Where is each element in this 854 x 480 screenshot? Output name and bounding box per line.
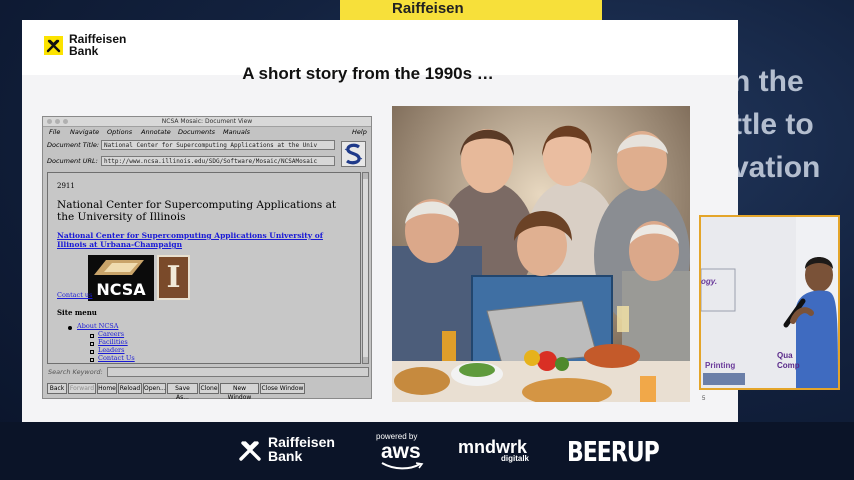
slide-title: A short story from the 1990s …	[242, 64, 494, 83]
scrollbar-thumb[interactable]	[363, 179, 368, 357]
mosaic-spinning-logo-icon[interactable]	[341, 141, 366, 167]
speaker-screen-text: Qua Comp	[777, 351, 800, 371]
doc-page-number: 2911	[57, 182, 75, 190]
raiffeisen-sponsor-logo-icon	[237, 437, 263, 468]
raiffeisen-logo-icon	[44, 36, 63, 55]
doc-url-label: Document URL:	[47, 157, 98, 165]
doc-title-field[interactable]: National Center for Supercomputing Appli…	[101, 140, 335, 150]
bullet-box-icon	[90, 342, 94, 346]
new-window-button[interactable]: New Window	[220, 383, 259, 401]
stage-backdrop-line: n the	[732, 65, 804, 98]
menu-file[interactable]: File	[49, 127, 60, 137]
bullet-box-icon	[90, 334, 94, 338]
sponsor-bar	[0, 422, 854, 480]
presentation-slide: Raiffeisen Bank A short story from the 1…	[22, 20, 738, 422]
mosaic-browser-window: NCSA Mosaic: Document View File Navigate…	[42, 116, 372, 401]
slide-page-number: 5	[702, 396, 706, 402]
illinois-logo-text: I	[166, 260, 181, 295]
doc-main-link[interactable]: National Center for Supercomputing Appli…	[57, 231, 347, 249]
reload-button[interactable]: Reload	[118, 383, 142, 394]
speaker-screen-text: Printing	[705, 361, 736, 370]
mosaic-window-title: NCSA Mosaic: Document View	[161, 118, 253, 125]
menu-annotate[interactable]: Annotate	[141, 127, 171, 137]
search-keyword-input[interactable]	[107, 367, 369, 377]
aws-smile-icon	[381, 462, 424, 470]
family-laptop-illustration	[392, 106, 690, 402]
document-view[interactable]: 2911 National Center for Supercomputing …	[47, 172, 361, 364]
speaker-camera-inset: ogy. Printing Qua Comp	[699, 215, 840, 390]
home-button[interactable]: Home	[97, 383, 117, 394]
save-as-button[interactable]: Save As...	[167, 383, 198, 401]
ncsa-logo-text: NCSA	[96, 280, 146, 299]
slide-logo-line2: Bank	[69, 44, 99, 58]
menu-manuals[interactable]: Manuals	[223, 127, 250, 137]
close-window-button[interactable]: Close Window	[260, 383, 305, 394]
ncsa-logo-image[interactable]: NCSA	[88, 255, 154, 301]
site-menu-item-about[interactable]: About NCSA	[77, 322, 118, 330]
stage-banner: Raiffeisen	[340, 0, 602, 20]
mindwork-digitalk-text: digitalk	[501, 454, 530, 463]
raiffeisen-sponsor-text: Raiffeisen Bank	[268, 435, 335, 463]
menu-navigate[interactable]: Navigate	[70, 127, 99, 137]
document-scrollbar[interactable]	[362, 172, 369, 364]
slide-logo-text: Raiffeisen Bank	[69, 33, 126, 57]
stage-backdrop-text: n the ttle to vation	[732, 60, 820, 189]
site-menu-item-contact[interactable]: Contact Us	[98, 354, 135, 362]
contact-us-link[interactable]: Contact us	[57, 291, 92, 299]
raiffeisen-sponsor-line2: Bank	[268, 448, 303, 464]
mosaic-menubar: File Navigate Options Annotate Documents…	[43, 127, 371, 137]
bullet-disc-icon	[68, 326, 72, 330]
stage-backdrop-line: vation	[732, 151, 821, 184]
stage-banner-text: Raiffeisen	[392, 0, 464, 17]
search-keyword-label: Search Keyword:	[48, 368, 103, 376]
site-menu-label: Site menu	[57, 308, 97, 317]
doc-url-field[interactable]: http://www.ncsa.illinois.edu/SDG/Softwar…	[101, 156, 335, 166]
menu-options[interactable]: Options	[107, 127, 132, 137]
bullet-box-icon	[90, 358, 94, 362]
open-button[interactable]: Open...	[143, 383, 166, 394]
clone-button[interactable]: Clone	[199, 383, 219, 394]
site-menu-item-leaders[interactable]: Leaders	[98, 346, 125, 354]
illinois-logo-image[interactable]: I	[157, 255, 190, 300]
menu-documents[interactable]: Documents	[178, 127, 215, 137]
menu-help[interactable]: Help	[352, 127, 367, 137]
site-menu-item-careers[interactable]: Careers	[98, 330, 124, 338]
beerup-logo-text: BEERUP	[567, 437, 660, 469]
back-button[interactable]: Back	[47, 383, 67, 394]
raiffeisen-sponsor-line1: Raiffeisen	[268, 434, 335, 450]
bullet-box-icon	[90, 350, 94, 354]
mosaic-titlebar[interactable]: NCSA Mosaic: Document View	[43, 117, 371, 127]
stage-backdrop-line: ttle to	[732, 108, 814, 141]
speaker-screen-text: ogy.	[701, 277, 718, 286]
site-menu-item-facilities[interactable]: Facilities	[98, 338, 128, 346]
speaker-screen-text-line: Qua	[777, 351, 793, 360]
doc-heading: National Center for Supercomputing Appli…	[57, 199, 337, 223]
speaker-screen-text-line: Comp	[777, 361, 800, 370]
aws-logo-text: aws	[381, 440, 421, 463]
doc-title-label: Document Title:	[47, 141, 100, 149]
forward-button[interactable]: Forward	[68, 383, 96, 394]
